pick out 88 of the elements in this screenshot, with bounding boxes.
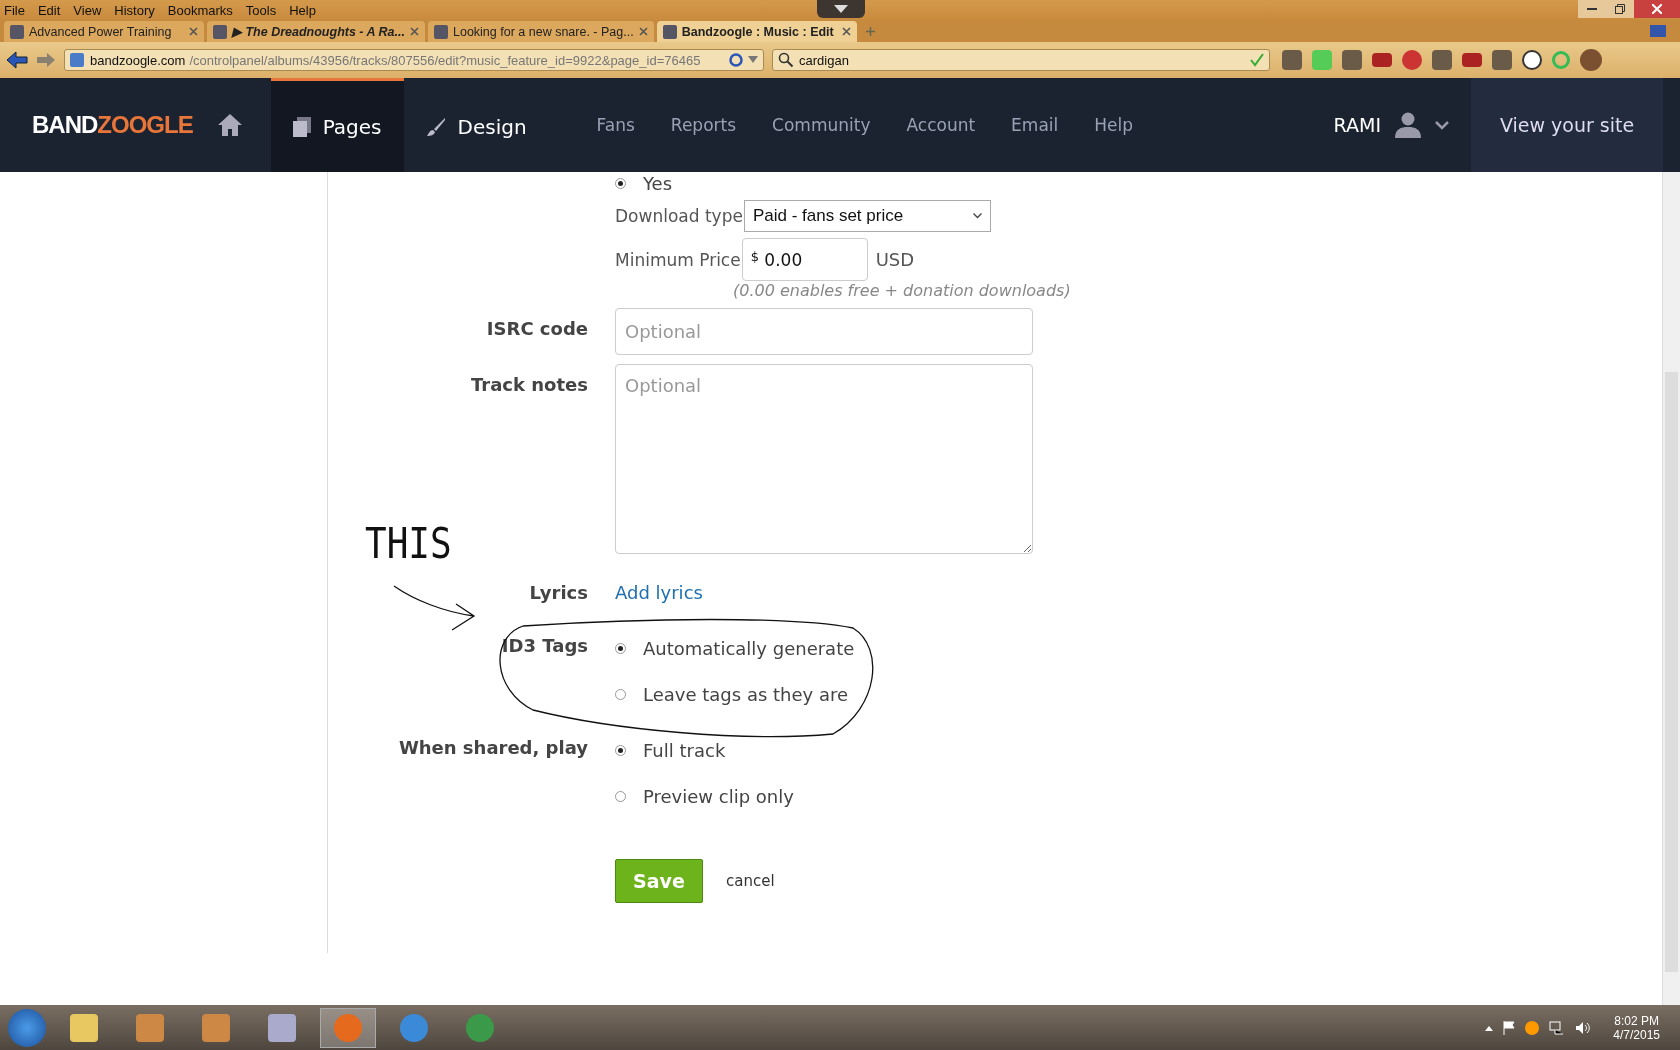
field-label: Track notes [470,373,588,395]
clock[interactable]: 8:02 PM 4/7/2015 [1613,1013,1660,1042]
search-icon [778,52,794,68]
close-icon [638,27,648,36]
field-label: ID3 Tags [500,634,588,656]
menu-item[interactable]: Bookmarks [167,2,233,18]
site-icon [70,53,84,67]
price-field[interactable]: $ 0.00 [741,238,868,281]
address-bar[interactable]: bandzoogle.com /controlpanel/albums/43956/tracks/807556/edit?music_feature_id=9922&page_id=76465 [64,49,764,71]
speaker-icon[interactable] [1575,1020,1592,1035]
restore-button[interactable] [1606,0,1634,18]
browser-tab[interactable]: Bandzoogle : Music : Edit [656,21,857,42]
nav-link[interactable]: Email [993,78,1077,172]
flag-icon[interactable] [1503,1020,1516,1035]
field-label: ISRC code [485,317,588,339]
hint-text: (0.00 enables free + donation downloads) [733,281,1072,300]
nav-tab[interactable]: Design [403,78,549,172]
favicon-icon [662,24,677,39]
field-label: Lyrics [528,582,588,603]
nav-link[interactable]: Community [754,78,889,172]
option-label: Leave tags as they are [643,683,849,705]
nav-link[interactable]: Account [888,78,994,172]
close-icon [189,27,198,36]
minimize-icon [1587,8,1597,10]
radio-button[interactable] [615,744,626,756]
search-field[interactable]: cardigan [772,49,1270,71]
menu-item[interactable]: Tools [245,2,277,18]
checkmark-icon [1250,53,1264,67]
radio-button[interactable] [615,642,626,654]
favicon-icon [434,24,448,39]
browser-tab[interactable]: ▶ The Dreadnoughts - A Ra... [207,21,425,42]
browser-tab[interactable]: Advanced Power Training [4,21,204,42]
add-lyrics-link[interactable]: Add lyrics [615,582,1228,603]
currency-label: USD [875,249,915,270]
menu-item[interactable]: Help [289,2,316,18]
user-menu[interactable]: RAMI [1333,112,1449,138]
new-tab-icon[interactable] [865,27,875,36]
option-label: Preview clip only [643,785,794,807]
view-site-button[interactable]: View your site [1471,78,1663,172]
nav-link[interactable]: Reports [652,78,755,172]
browser-tab[interactable]: Looking for a new snare. - Pag... [428,21,654,42]
menu-item[interactable]: Edit [37,2,61,18]
start-button[interactable] [8,1008,46,1047]
close-icon [410,27,419,36]
option-label: Automatically generate [643,637,855,659]
menu-item[interactable]: View [73,2,102,18]
nav-link[interactable]: Fans [578,78,653,172]
tray-app-icon[interactable] [1525,1020,1540,1035]
caret-icon [834,5,848,13]
menu-item[interactable]: File [4,2,25,18]
avatar-icon[interactable] [1580,49,1602,71]
logo[interactable]: BANDZOOGLE [32,110,193,140]
handwritten-note: THIS [365,517,452,568]
minimize-button[interactable] [1578,0,1606,18]
menu-item[interactable]: History [114,2,155,18]
close-icon [841,27,851,36]
caret-icon[interactable] [748,56,758,64]
chevron-down-icon [1435,120,1449,130]
pages-icon [292,116,311,137]
caret-up-icon[interactable] [1485,1024,1494,1031]
restore-icon [1615,4,1625,14]
brush-icon [425,116,446,137]
caret-icon [972,213,982,219]
radio-button[interactable] [615,177,626,189]
input-field[interactable]: Optional [615,308,1033,355]
nav-tab[interactable]: Pages [270,78,404,172]
nav-link[interactable]: Help [1076,78,1152,172]
field-label: Download type [615,206,743,226]
option-label: Full track [643,739,726,761]
close-icon [1652,4,1662,14]
favicon-icon [213,24,227,39]
radio-button[interactable] [615,688,626,700]
reload-icon[interactable] [728,52,744,68]
network-icon[interactable] [1549,1020,1566,1035]
close-button[interactable] [1634,0,1680,18]
favicon-icon [10,24,24,39]
tab-list-button[interactable] [817,0,865,18]
user-icon [1393,112,1423,138]
forward-icon[interactable] [36,52,56,68]
dropdown[interactable]: Paid - fans set price [743,200,991,232]
back-icon[interactable] [6,51,28,69]
cancel-link[interactable]: cancel [726,872,775,890]
text-area[interactable]: Optional [615,364,1033,554]
field-label: When shared, play [397,736,588,758]
scrollbar[interactable] [1662,172,1680,1005]
field-label: Minimum Price [615,249,741,270]
option-label: Yes [643,172,673,194]
radio-button[interactable] [615,790,626,802]
